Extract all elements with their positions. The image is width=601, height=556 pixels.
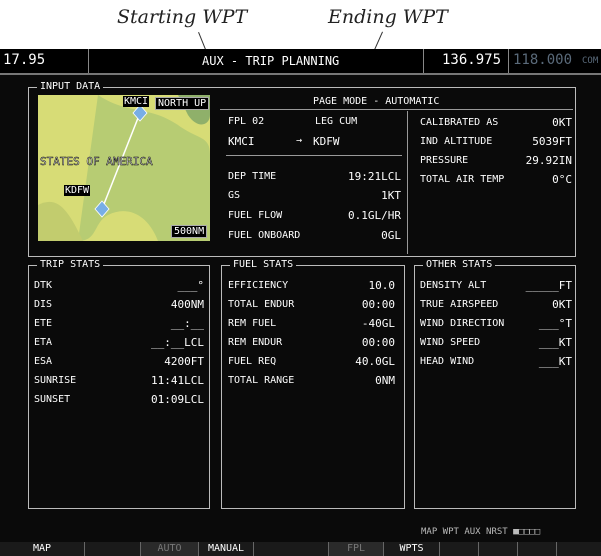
map-range-label[interactable]: 500NM <box>171 225 208 238</box>
trip-sunrise-label: SUNRISE <box>34 375 77 386</box>
calibrated-as-value[interactable]: 0KT <box>552 116 572 129</box>
trip-sunset-value: 01:09LCL <box>151 393 204 406</box>
groundspeed-label: GS <box>228 190 241 201</box>
com-standby-frequency[interactable]: 136.975 <box>442 52 501 68</box>
map-orientation-label: NORTH UP <box>155 97 210 110</box>
trip-ete-label: ETE <box>34 318 53 329</box>
true-airspeed-label: TRUE AIRSPEED <box>420 299 499 310</box>
fuel-req-value: 40.0GL <box>355 355 395 368</box>
trip-dtk-label: DTK <box>34 280 53 291</box>
head-wind-label: HEAD WIND <box>420 356 475 367</box>
page-group-indicator: MAP WPT AUX NRST ■□□□□ <box>421 527 541 537</box>
softkey-fpl[interactable]: FPL <box>329 542 384 556</box>
wind-direction-label: WIND DIRECTION <box>420 318 505 329</box>
trip-dis-value: 400NM <box>170 298 204 311</box>
fpl-label[interactable]: FPL 02 <box>228 116 264 127</box>
map-waypoint-end-label: KDFW <box>64 185 91 196</box>
softkey-blank-2[interactable] <box>254 542 329 556</box>
softkey-blank-5[interactable] <box>518 542 557 556</box>
mfd-screen: 17.95 AUX - TRIP PLANNING 136.975 118.00… <box>0 49 601 556</box>
input-data-column-divider <box>407 111 408 254</box>
trip-sunset-label: SUNSET <box>34 394 71 405</box>
softkey-map[interactable]: MAP <box>0 542 85 556</box>
fuel-total-endur-value: 00:00 <box>361 298 395 311</box>
softkey-wpts[interactable]: WPTS <box>384 542 440 556</box>
trip-esa-value: 4200FT <box>164 355 204 368</box>
total-air-temp-value[interactable]: 0°C <box>552 173 572 186</box>
trip-ete-value: __:__ <box>170 317 204 330</box>
page-mode-label: PAGE MODE - AUTOMATIC <box>313 96 440 107</box>
fuel-flow-value[interactable]: 0.1GL/HR <box>348 209 401 222</box>
softkey-auto[interactable]: AUTO <box>141 542 199 556</box>
fuel-total-endur-label: TOTAL ENDUR <box>228 299 295 310</box>
fuel-req-label: FUEL REQ <box>228 356 277 367</box>
trip-map[interactable]: KMCI NORTH UP STATES OF AMERICA KDFW 500… <box>38 95 210 241</box>
ind-altitude-label: IND ALTITUDE <box>420 136 493 147</box>
map-waypoint-start-label: KMCI <box>123 96 150 107</box>
route-divider <box>226 155 402 156</box>
fuel-total-range-label: TOTAL RANGE <box>228 375 295 386</box>
fuel-rem-endur-value: 00:00 <box>361 336 395 349</box>
ind-altitude-value[interactable]: 5039FT <box>532 135 572 148</box>
trip-eta-value: __:__LCL <box>151 336 204 349</box>
other-stats-legend: OTHER STATS <box>423 258 496 272</box>
fuel-onboard-label: FUEL ONBOARD <box>228 230 301 241</box>
leg-mode-label[interactable]: LEG CUM <box>315 116 357 127</box>
density-alt-value: _____FT <box>525 279 572 292</box>
route-arrow: → <box>296 135 303 146</box>
nav-frequency[interactable]: 17.95 <box>3 52 45 68</box>
wind-speed-label: WIND SPEED <box>420 337 481 348</box>
dep-time-label: DEP TIME <box>228 171 277 182</box>
softkey-blank-6[interactable] <box>557 542 601 556</box>
true-airspeed-value: 0KT <box>552 298 572 311</box>
page-mode-divider <box>220 109 573 110</box>
softkey-blank-4[interactable] <box>479 542 518 556</box>
total-air-temp-label: TOTAL AIR TEMP <box>420 174 505 185</box>
fuel-stats-legend: FUEL STATS <box>230 258 297 272</box>
com-active-frequency[interactable]: 118.000 <box>513 52 572 68</box>
callout-starting-wpt: Starting WPT <box>117 6 248 28</box>
map-graphic <box>38 95 210 241</box>
fuel-rem-endur-label: REM ENDUR <box>228 337 283 348</box>
wind-speed-value: ___KT <box>538 336 572 349</box>
map-region-label: STATES OF AMERICA <box>40 155 153 169</box>
input-data-legend: INPUT DATA <box>37 80 104 94</box>
fuel-rem-fuel-value: -40GL <box>361 317 395 330</box>
fuel-rem-fuel-label: REM FUEL <box>228 318 277 329</box>
trip-esa-label: ESA <box>34 356 53 367</box>
route-from-waypoint[interactable]: KMCI <box>228 135 255 148</box>
density-alt-label: DENSITY ALT <box>420 280 487 291</box>
softkey-manual[interactable]: MANUAL <box>199 542 254 556</box>
fuel-efficiency-value: 10.0 <box>368 279 396 292</box>
fuel-efficiency-label: EFFICIENCY <box>228 280 289 291</box>
callout-ending-wpt: Ending WPT <box>328 6 448 28</box>
trip-dis-label: DIS <box>34 299 53 310</box>
com-label: COM <box>582 56 599 66</box>
dep-time-value[interactable]: 19:21LCL <box>348 170 401 183</box>
head-wind-value: ___KT <box>538 355 572 368</box>
pressure-label: PRESSURE <box>420 155 469 166</box>
page-title: AUX - TRIP PLANNING <box>202 54 340 68</box>
calibrated-as-label: CALIBRATED AS <box>420 117 499 128</box>
softkey-blank-3[interactable] <box>440 542 479 556</box>
trip-eta-label: ETA <box>34 337 53 348</box>
top-bar: 17.95 AUX - TRIP PLANNING 136.975 118.00… <box>0 49 601 75</box>
pressure-value[interactable]: 29.92IN <box>526 154 572 167</box>
fuel-total-range-value: 0NM <box>375 374 395 387</box>
fuel-onboard-value[interactable]: 0GL <box>381 229 401 242</box>
softkey-blank-1[interactable] <box>85 542 141 556</box>
fuel-flow-label: FUEL FLOW <box>228 210 283 221</box>
trip-dtk-value: ___° <box>177 279 205 292</box>
softkey-bar: MAP AUTO MANUAL FPL WPTS <box>0 542 601 556</box>
groundspeed-value[interactable]: 1KT <box>381 189 401 202</box>
wind-direction-value: ___°T <box>538 317 572 330</box>
route-to-waypoint[interactable]: KDFW <box>313 135 340 148</box>
trip-stats-legend: TRIP STATS <box>37 258 104 272</box>
trip-sunrise-value: 11:41LCL <box>151 374 204 387</box>
